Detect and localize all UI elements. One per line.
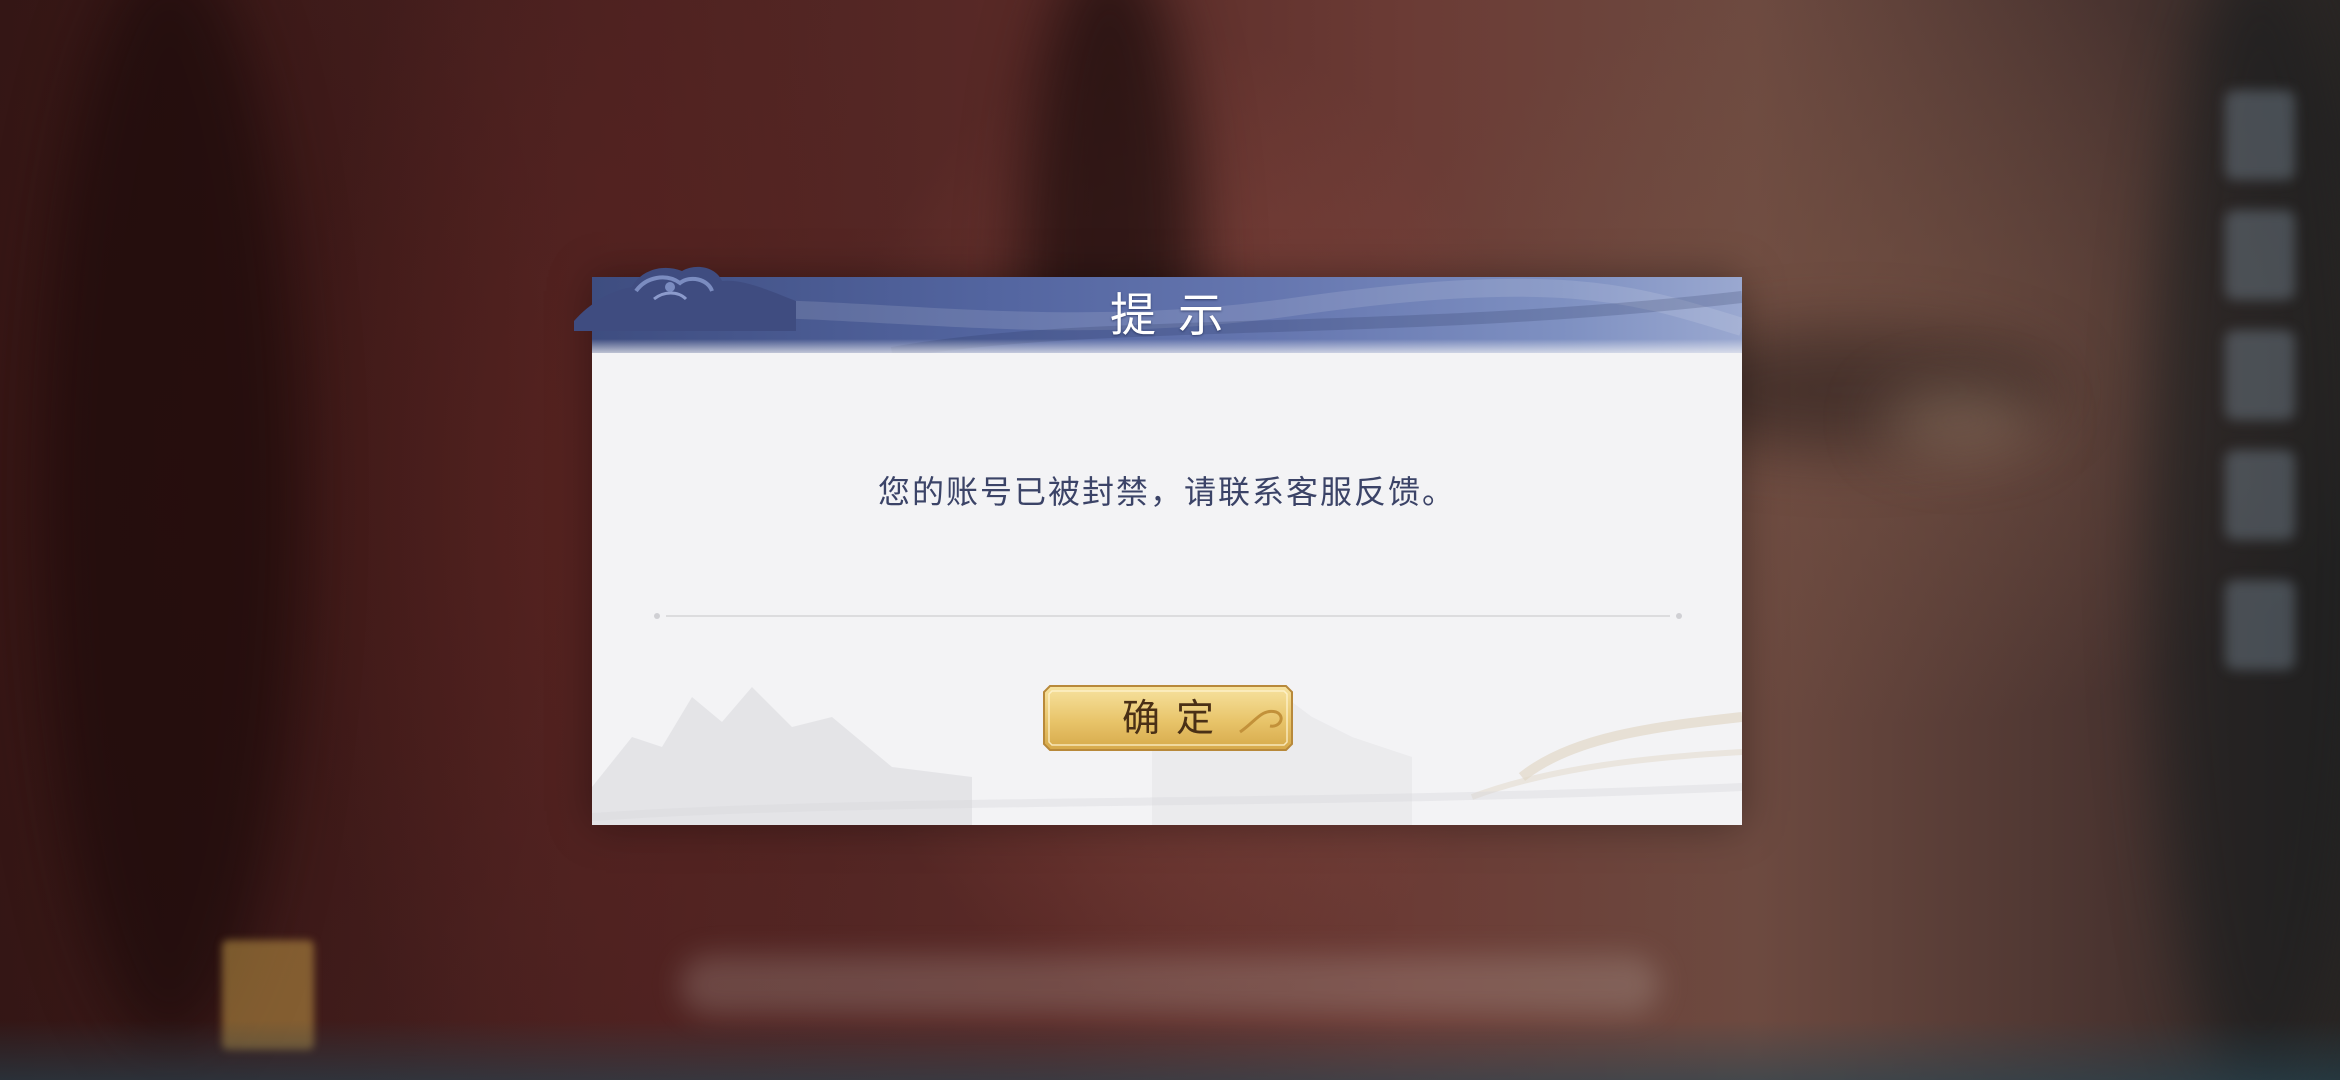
- confirm-button[interactable]: 确定: [1040, 682, 1296, 754]
- bottom-bar: [0, 1020, 2340, 1080]
- subtitle-area: [680, 955, 1660, 1015]
- ban-notice-dialog: 提示 您的账号已被封禁，请联系客服反馈。 确定: [574, 266, 1742, 825]
- ban-message: 您的账号已被封禁，请联系客服反馈。: [877, 473, 1456, 511]
- cloud-ornament-icon: [574, 266, 796, 331]
- divider: [654, 613, 1682, 619]
- side-menu: [2205, 80, 2315, 700]
- confirm-button-label: 确定: [1121, 696, 1230, 740]
